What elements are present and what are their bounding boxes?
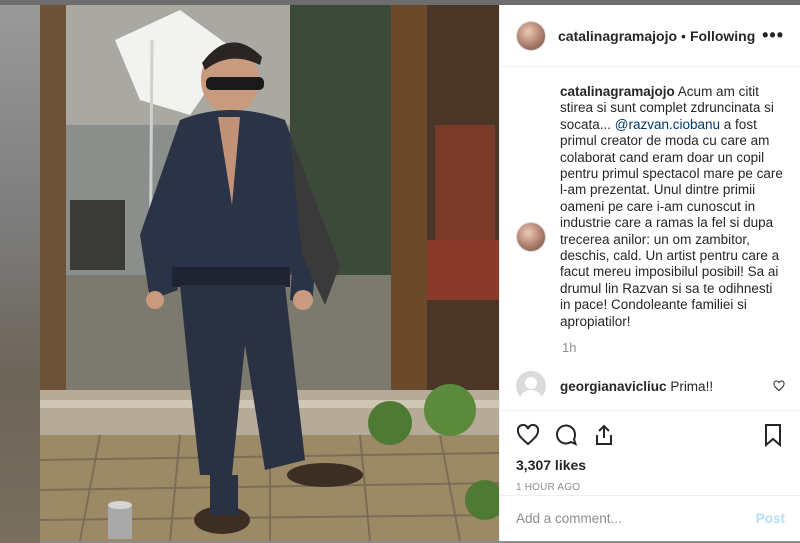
- small-heart-icon[interactable]: [773, 380, 785, 392]
- caption-avatar[interactable]: [516, 222, 546, 252]
- caption-mention-link[interactable]: @razvan.ciobanu: [615, 117, 720, 132]
- caption-time[interactable]: 1h: [562, 340, 785, 355]
- action-bar: 3,307 likes 1 HOUR AGO: [500, 410, 800, 495]
- following-button[interactable]: Following: [690, 28, 755, 44]
- likes-count[interactable]: 3,307 likes: [516, 457, 785, 473]
- post-comment-button[interactable]: Post: [756, 511, 785, 526]
- caption-body-end: a fost primul creator de moda cu care am…: [560, 116, 783, 329]
- post-modal: catalinagramajojo • Following ••• catali…: [40, 5, 800, 541]
- comment-input[interactable]: [516, 511, 756, 526]
- more-icon[interactable]: •••: [762, 25, 784, 46]
- commenter-avatar[interactable]: [516, 371, 546, 402]
- post-timestamp[interactable]: 1 HOUR AGO: [516, 482, 785, 493]
- bookmark-icon[interactable]: [761, 423, 785, 447]
- background-page-strip: [0, 0, 40, 543]
- caption-text: catalinagramajojo Acum am citit stirea s…: [560, 84, 784, 330]
- caption: catalinagramajojo Acum am citit stirea s…: [516, 84, 785, 330]
- comment-body: Prima!!: [670, 378, 714, 394]
- commenter-username[interactable]: georgianavicliuc: [560, 379, 667, 394]
- comment-text: georgianavicliuc Prima!!: [560, 379, 713, 394]
- author-username[interactable]: catalinagramajojo: [558, 28, 677, 44]
- caption-username[interactable]: catalinagramajojo: [560, 84, 675, 99]
- separator-dot: •: [681, 27, 686, 44]
- comment-row: georgianavicliuc Prima!!: [516, 371, 785, 402]
- post-photo[interactable]: [40, 5, 499, 541]
- comments-list[interactable]: catalinagramajojo Acum am citit stirea s…: [500, 68, 800, 410]
- author-avatar[interactable]: [516, 20, 546, 51]
- photo-image: [40, 5, 499, 541]
- comment-icon[interactable]: [554, 423, 578, 447]
- add-comment-bar: Post: [500, 495, 800, 541]
- heart-icon[interactable]: [516, 423, 540, 447]
- post-header: catalinagramajojo • Following •••: [500, 5, 800, 67]
- action-icons: [516, 419, 785, 451]
- post-side-panel: catalinagramajojo • Following ••• catali…: [499, 5, 800, 541]
- share-icon[interactable]: [592, 423, 616, 447]
